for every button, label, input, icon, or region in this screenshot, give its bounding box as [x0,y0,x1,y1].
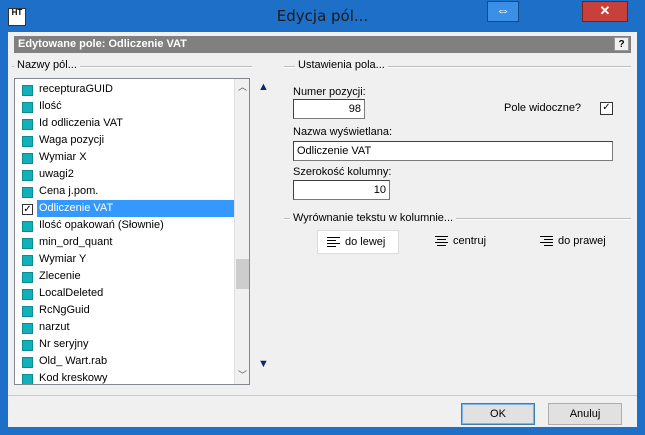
list-item[interactable]: min_ord_quant [15,234,234,251]
resize-button[interactable]: ⇔ [487,1,519,22]
help-button[interactable]: ? [614,37,629,51]
field-checkbox[interactable] [22,119,33,130]
align-left-label: do lewej [345,236,386,248]
field-checkbox[interactable] [22,136,33,147]
field-checkbox[interactable]: ✓ [22,204,33,215]
list-item[interactable]: LocalDeleted [15,285,234,302]
field-checkbox[interactable] [22,170,33,181]
list-item-label: Wymiar Y [39,253,87,265]
field-checkbox[interactable] [22,306,33,317]
list-item-label: Id odliczenia VAT [39,117,123,129]
dialog-window: HT Edycja pól... ⇔ ✕ Edytowane pole: Odl… [0,0,645,435]
fields-group-label: Nazwy pól... [14,59,80,71]
field-checkbox[interactable] [22,238,33,249]
field-checkbox[interactable] [22,289,33,300]
position-label: Numer pozycji: [293,86,366,98]
width-input[interactable]: 10 [293,180,390,200]
align-center-icon [435,236,448,247]
field-checkbox[interactable] [22,102,33,113]
edited-field-header: Edytowane pole: Odliczenie VAT ? [14,36,631,53]
scroll-down-icon[interactable]: ﹀ [235,368,249,383]
list-item[interactable]: narzut [15,319,234,336]
field-checkbox[interactable] [22,340,33,351]
scroll-up-icon[interactable]: ︿ [235,80,249,95]
list-item-label: uwagi2 [39,168,74,180]
list-item[interactable]: Zlecenie [15,268,234,285]
field-checkbox[interactable] [22,153,33,164]
move-down-icon[interactable]: ▼ [258,358,269,370]
visible-checkbox[interactable]: ✓ [600,102,613,115]
list-item-label: Cena j.pom. [39,185,99,197]
title-bar[interactable]: HT Edycja pól... ⇔ ✕ [0,0,645,32]
list-item[interactable]: Nr seryjny [15,336,234,353]
list-item[interactable]: Cena j.pom. [15,183,234,200]
field-checkbox[interactable] [22,85,33,96]
position-input[interactable]: 98 [293,99,365,119]
list-item-label: recepturaGUID [39,83,113,95]
list-item-label: Ilość [39,100,62,112]
scroll-thumb[interactable] [236,259,249,289]
list-scrollbar[interactable]: ︿ ﹀ [234,79,249,384]
field-checkbox[interactable] [22,187,33,198]
window-title: Edycja pól... [276,7,369,25]
list-item-label: Ilość opakowań (Słownie) [39,219,164,231]
list-item[interactable]: Wymiar X [15,149,234,166]
align-right-label: do prawej [558,235,606,247]
list-item[interactable]: Kod kreskowy [15,370,234,384]
settings-group-label: Ustawienia pola... [295,59,388,71]
field-checkbox[interactable] [22,272,33,283]
list-item-label: LocalDeleted [39,287,104,299]
display-name-input[interactable]: Odliczenie VAT [293,141,613,161]
align-left-button[interactable]: do lewej [317,230,399,254]
list-item-label: min_ord_quant [39,236,113,248]
alignment-group-label: Wyrównanie tekstu w kolumnie... [290,212,457,224]
field-names-list[interactable]: recepturaGUID Ilość Id odliczenia VAT Waga … [14,78,250,385]
align-right-icon [540,236,553,247]
list-item[interactable]: Wymiar Y [15,251,234,268]
list-item-label: narzut [39,321,70,333]
field-checkbox[interactable] [22,357,33,368]
list-item-label: Old_ Wart.rab [39,355,108,367]
align-right-button[interactable]: do prawej [540,230,620,252]
move-up-icon[interactable]: ▲ [258,81,269,93]
list-item-label: Nr seryjny [39,338,89,350]
field-checkbox[interactable] [22,323,33,334]
list-item-label: Zlecenie [39,270,81,282]
list-item-label: Odliczenie VAT [37,200,235,217]
visible-label: Pole widoczne? [504,102,582,114]
close-button[interactable]: ✕ [582,1,628,22]
list-item[interactable]: Id odliczenia VAT [15,115,234,132]
list-item[interactable]: Ilość [15,98,234,115]
list-item[interactable]: recepturaGUID [15,81,234,98]
width-label: Szerokość kolumny: [293,166,392,178]
list-item-label: Wymiar X [39,151,87,163]
display-name-label: Nazwa wyświetlana: [293,126,393,138]
list-item-label: Waga pozycji [39,134,105,146]
list-item[interactable]: Waga pozycji [15,132,234,149]
edited-field-title: Edytowane pole: Odliczenie VAT [18,38,187,50]
cancel-button[interactable]: Anuluj [548,403,622,425]
list-item[interactable]: uwagi2 [15,166,234,183]
list-item[interactable]: ✓ Odliczenie VAT [15,200,235,217]
list-item[interactable]: Ilość opakowań (Słownie) [15,217,234,234]
dialog-client: Edytowane pole: Odliczenie VAT ? Nazwy p… [8,32,637,427]
bottom-separator [8,395,637,396]
list-item[interactable]: Old_ Wart.rab [15,353,234,370]
ok-button[interactable]: OK [461,403,535,425]
field-checkbox[interactable] [22,374,33,384]
align-center-label: centruj [453,235,487,247]
field-checkbox[interactable] [22,221,33,232]
list-item-label: RcNgGuid [39,304,90,316]
align-center-button[interactable]: centruj [435,230,505,252]
list-item-label: Kod kreskowy [39,372,108,384]
field-checkbox[interactable] [22,255,33,266]
list-item[interactable]: RcNgGuid [15,302,234,319]
align-left-icon [327,237,340,248]
